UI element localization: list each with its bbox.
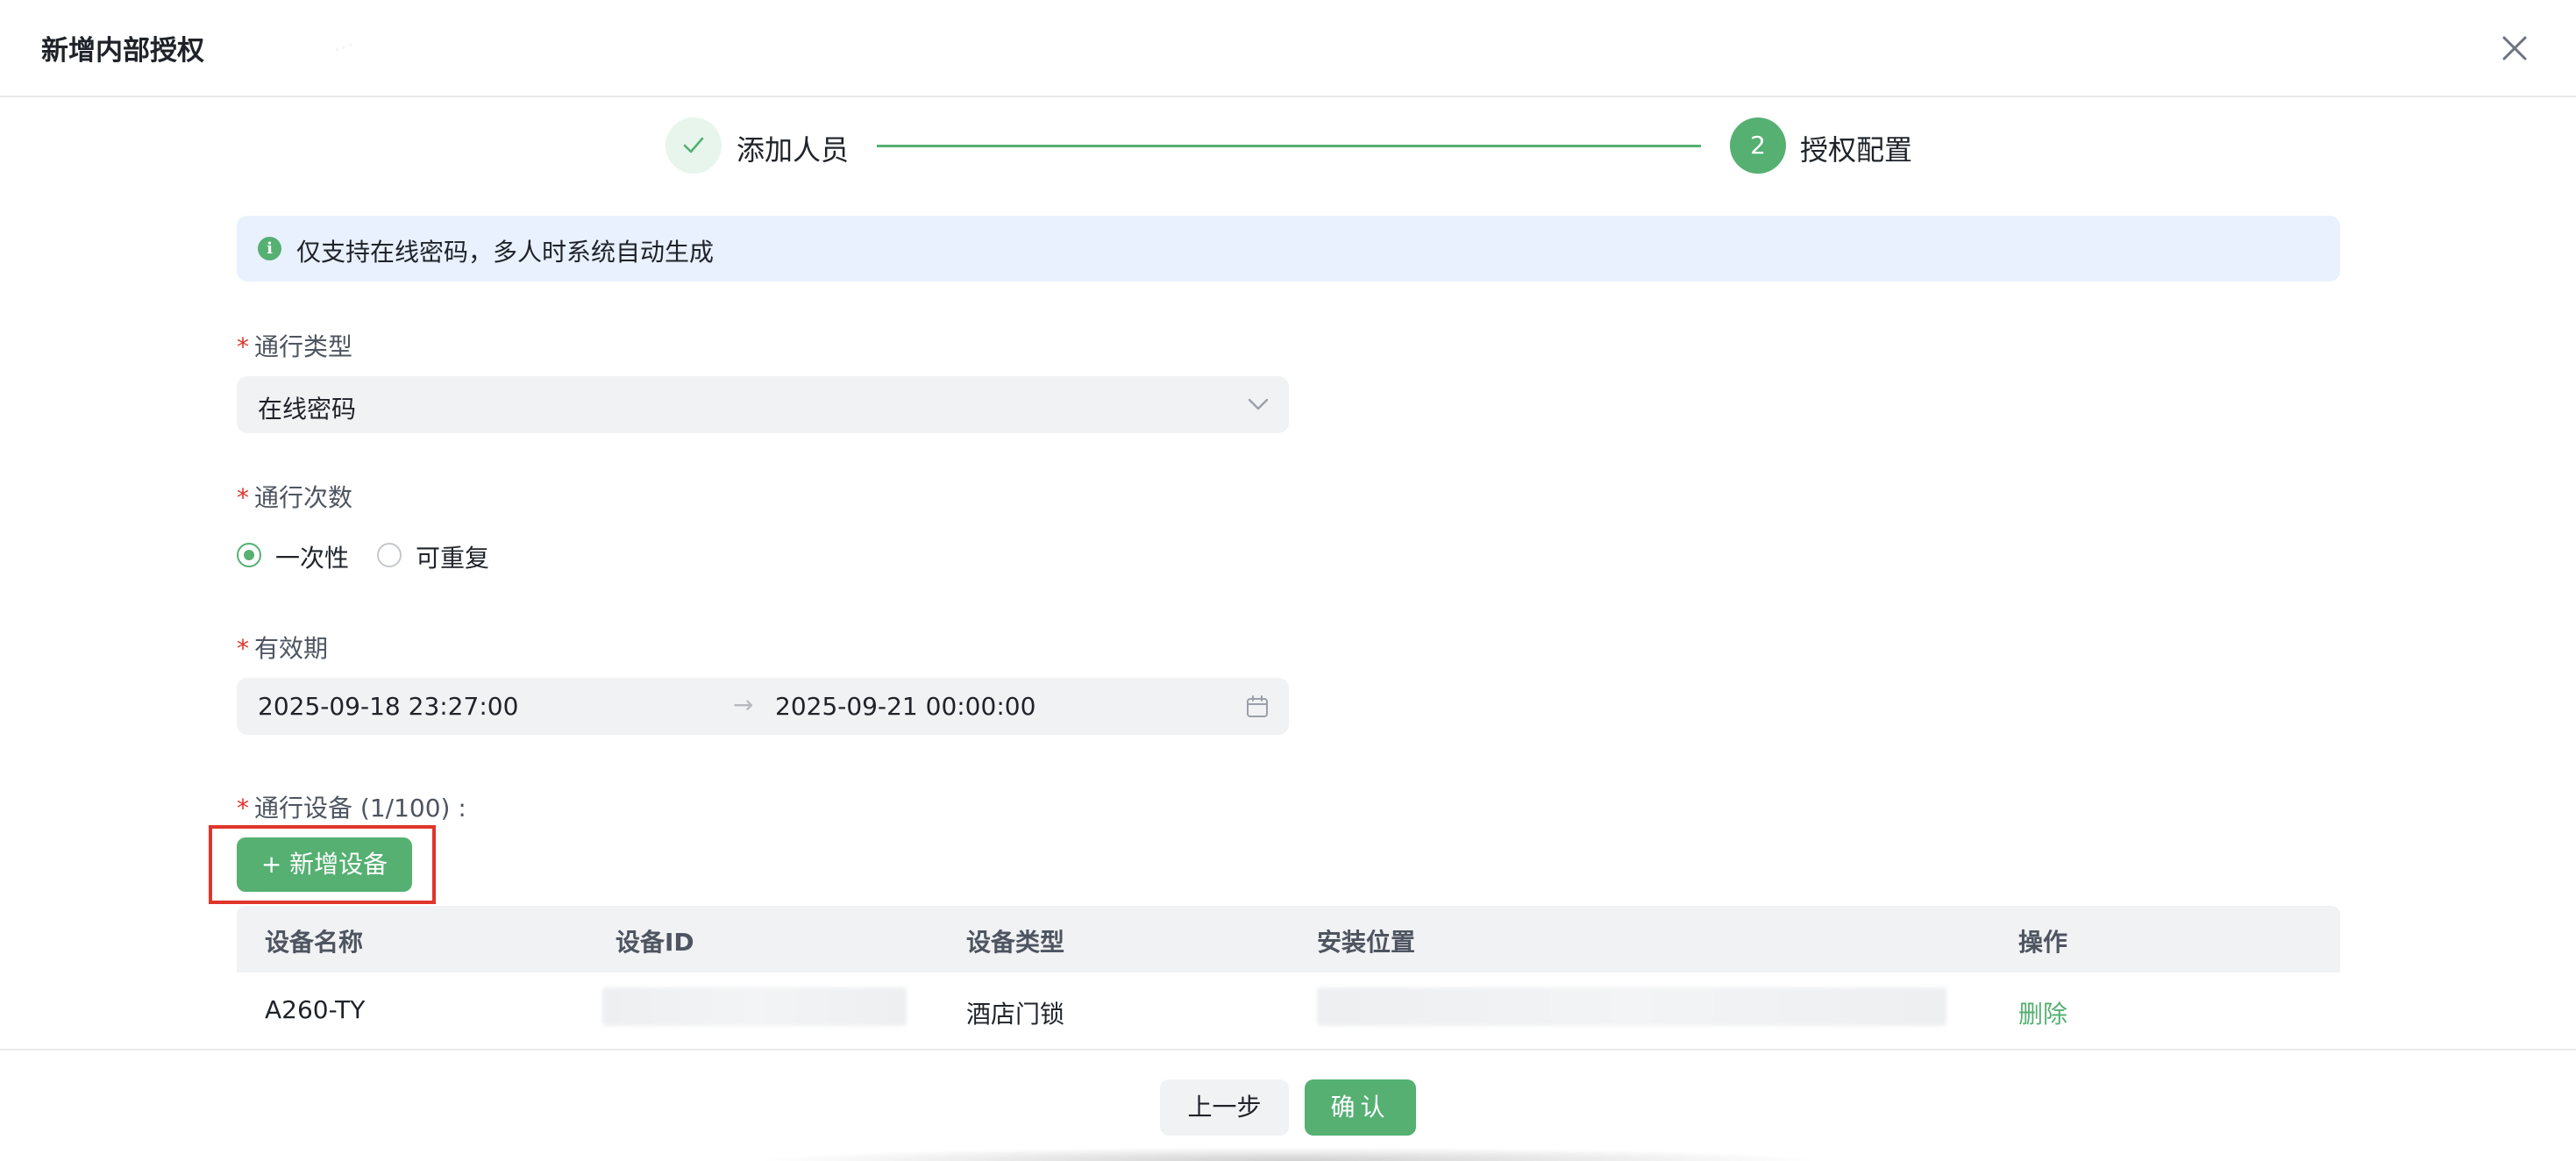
radio-once-label[interactable]: 一次性 bbox=[275, 539, 349, 574]
pass-type-value: 在线密码 bbox=[258, 395, 357, 424]
devices-label: * 通行设备 (1/100) : bbox=[237, 794, 466, 823]
pass-type-label: * 通行类型 bbox=[237, 332, 353, 361]
radio-repeatable-label[interactable]: 可重复 bbox=[416, 539, 489, 574]
delete-link[interactable]: 删除 bbox=[2018, 995, 2067, 1030]
previous-step-button[interactable]: 上一步 bbox=[1160, 1079, 1289, 1136]
step-1-indicator bbox=[665, 118, 722, 174]
calendar-icon[interactable] bbox=[1245, 694, 1270, 719]
confirm-button[interactable]: 确认 bbox=[1305, 1079, 1416, 1136]
device-location-redacted bbox=[1317, 987, 1946, 1026]
column-header-id: 设备ID bbox=[616, 928, 694, 957]
add-device-button[interactable]: + 新增设备 bbox=[237, 837, 412, 892]
table-row: A260-TY 酒店门锁 删除 bbox=[237, 972, 2340, 1051]
dialog-footer: 上一步 确认 bbox=[0, 1049, 2576, 1161]
column-header-location: 安装位置 bbox=[1317, 928, 1416, 957]
column-header-action: 操作 bbox=[2018, 928, 2068, 957]
step-2-indicator: 2 bbox=[1730, 118, 1786, 174]
step-1-label: 添加人员 bbox=[737, 133, 850, 167]
required-mark: * bbox=[237, 794, 249, 823]
device-name: A260-TY bbox=[265, 995, 366, 1024]
radio-once[interactable] bbox=[237, 543, 261, 567]
required-mark: * bbox=[237, 483, 249, 512]
date-range-arrow: → bbox=[733, 690, 754, 719]
alert-text: 仅支持在线密码，多人时系统自动生成 bbox=[296, 238, 715, 267]
close-icon bbox=[2502, 36, 2527, 61]
table-header: 设备名称 设备ID 设备类型 安装位置 操作 bbox=[237, 906, 2340, 972]
validity-date-range[interactable]: 2025-09-18 23:27:00 → 2025-09-21 00:00:0… bbox=[237, 678, 1289, 735]
required-mark: * bbox=[237, 332, 249, 361]
close-button[interactable] bbox=[2495, 29, 2534, 68]
date-end-input[interactable]: 2025-09-21 00:00:00 bbox=[775, 692, 1035, 721]
device-id-redacted bbox=[602, 987, 907, 1026]
chevron-down-icon bbox=[1248, 398, 1269, 410]
pass-count-label: * 通行次数 bbox=[237, 483, 353, 512]
footer-shadow bbox=[754, 1147, 1824, 1161]
info-icon: i bbox=[258, 237, 281, 260]
column-header-name: 设备名称 bbox=[265, 928, 364, 957]
date-start-input[interactable]: 2025-09-18 23:27:00 bbox=[258, 692, 518, 721]
devices-table: 设备名称 设备ID 设备类型 安装位置 操作 A260-TY 酒店门锁 删除 bbox=[237, 906, 2340, 1051]
info-alert: i 仅支持在线密码，多人时系统自动生成 bbox=[237, 216, 2340, 281]
dialog-title: 新增内部授权 bbox=[41, 35, 204, 67]
pass-type-select[interactable]: 在线密码 bbox=[237, 376, 1289, 433]
stepper: 添加人员 2 授权配置 bbox=[0, 118, 2576, 174]
column-header-type: 设备类型 bbox=[966, 928, 1065, 957]
step-2-label: 授权配置 bbox=[1800, 133, 1913, 167]
radio-repeatable[interactable] bbox=[377, 543, 402, 567]
check-icon bbox=[683, 137, 704, 153]
validity-label: * 有效期 bbox=[237, 634, 329, 663]
required-mark: * bbox=[237, 634, 249, 663]
dialog-header: 新增内部授权 bbox=[0, 0, 2576, 97]
step-connector bbox=[877, 145, 1701, 147]
device-type: 酒店门锁 bbox=[966, 1000, 1065, 1029]
